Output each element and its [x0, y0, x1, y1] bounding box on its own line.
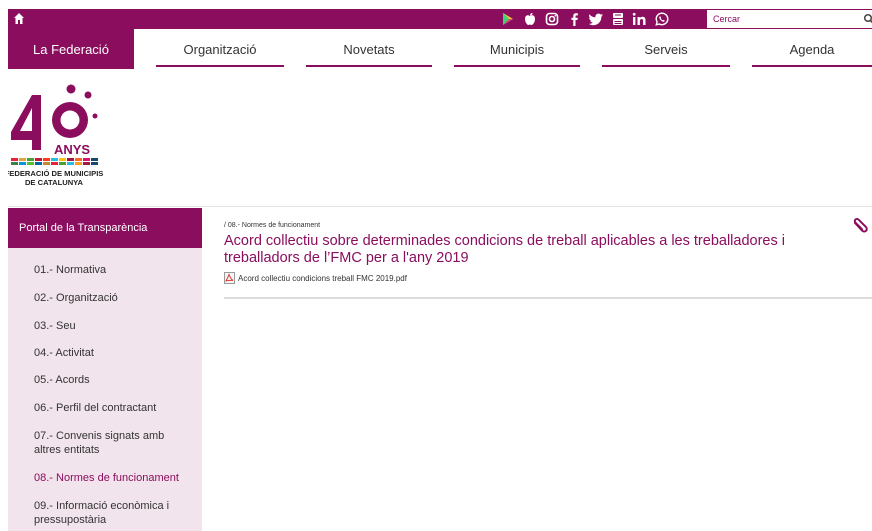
sidebar-item-perfil-contractant[interactable]: 06.- Perfil del contractant	[8, 395, 202, 423]
sidebar-item-convenis[interactable]: 07.- Convenis signats amb altres entitat…	[8, 423, 202, 465]
linkedin-icon[interactable]	[629, 9, 651, 29]
nav-item-label: Agenda	[789, 41, 835, 57]
sidebar-item-acords[interactable]: 05.- Acords	[8, 367, 202, 395]
sidebar-item-informacio-economica[interactable]: 09.- Informació econòmica i pressupostàr…	[8, 493, 202, 531]
sidebar-item-normes-funcionament[interactable]: 08.- Normes de funcionament	[8, 465, 202, 493]
nav-underline	[156, 65, 284, 67]
sidebar-item-normativa[interactable]: 01.- Normativa	[8, 257, 202, 285]
main-nav: La Federació Organització Novetats Munic…	[8, 29, 872, 69]
instagram-icon[interactable]	[541, 9, 563, 29]
twitter-icon[interactable]	[585, 9, 607, 29]
header-divider	[8, 206, 872, 207]
nav-item-label: Municipis	[489, 41, 545, 57]
top-bar	[8, 9, 872, 29]
nav-underline	[454, 65, 580, 67]
nav-underline	[752, 65, 872, 67]
home-icon[interactable]	[13, 12, 25, 25]
logo-line-1: FEDERACIÓ DE MUNICIPIS	[8, 169, 103, 178]
attachment-link[interactable]: Acord collectiu condicions treball FMC 2…	[224, 272, 407, 284]
nav-item-agenda[interactable]: Agenda	[752, 29, 872, 69]
search-input[interactable]	[707, 10, 872, 28]
nav-underline	[602, 65, 730, 67]
content-divider	[224, 297, 872, 299]
page-title: Acord collectiu sobre determinades condi…	[224, 233, 785, 266]
pdf-file-icon	[224, 272, 235, 284]
social-links	[497, 9, 673, 29]
sidebar-item-seu[interactable]: 03.- Seu	[8, 313, 202, 340]
sidebar-item-organitzacio[interactable]: 02.- Organització	[8, 285, 202, 313]
logo-anys-text: ANYS	[54, 142, 90, 157]
apple-icon[interactable]	[519, 9, 541, 29]
attachment-filename[interactable]: Acord collectiu condicions treball FMC 2…	[238, 274, 407, 283]
sidebar-title[interactable]: Portal de la Transparència	[8, 208, 202, 248]
logo-line-2: DE CATALUNYA	[25, 178, 84, 187]
nav-item-serveis[interactable]: Serveis	[602, 29, 730, 69]
nav-item-novetats[interactable]: Novetats	[306, 29, 432, 69]
paperclip-icon[interactable]	[850, 218, 868, 236]
search-icon[interactable]	[863, 13, 872, 25]
sidebar-item-activitat[interactable]: 04.- Activitat	[8, 340, 202, 367]
whatsapp-icon[interactable]	[651, 9, 673, 29]
nav-item-label: Serveis	[644, 41, 688, 57]
sidebar-menu: 01.- Normativa 02.- Organització 03.- Se…	[8, 248, 202, 531]
facebook-icon[interactable]	[563, 9, 585, 29]
nav-item-label: La Federació	[33, 41, 109, 57]
google-play-icon[interactable]	[497, 9, 519, 29]
nav-underline	[306, 65, 432, 67]
nav-item-organitzacio[interactable]: Organització	[156, 29, 284, 69]
nav-item-label: Novetats	[343, 41, 395, 57]
transparency-sidebar: Portal de la Transparència 01.- Normativ…	[8, 208, 202, 531]
nav-item-la-federacio[interactable]: La Federació	[8, 29, 134, 69]
breadcrumb: / 08.- Normes de funcionament	[224, 222, 321, 229]
nav-item-label: Organització	[183, 41, 257, 57]
fmc-40-anys-logo[interactable]: ANYS FEDERACIÓ DE MUNICIPIS DE CATALUNYA	[8, 82, 103, 190]
nav-item-municipis[interactable]: Municipis	[454, 29, 580, 69]
youtube-icon[interactable]	[607, 9, 629, 29]
